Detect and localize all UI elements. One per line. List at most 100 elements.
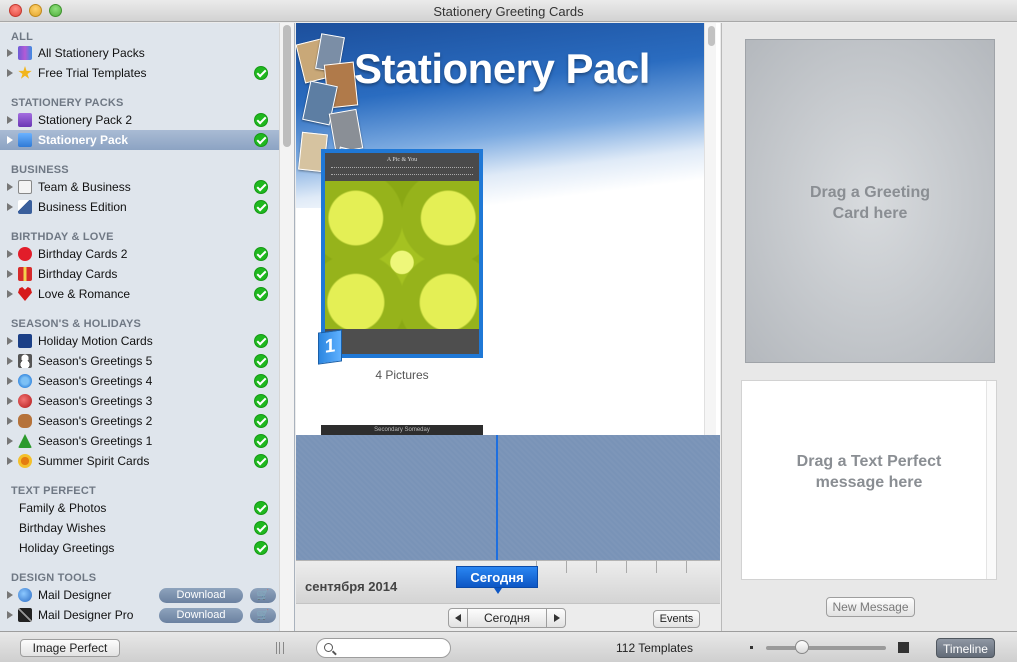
template-browser: Stationery Pacl A Pic & You 1 4 Pictures… [296, 23, 720, 631]
card-photo [325, 181, 479, 329]
disclosure-triangle-icon[interactable] [7, 437, 13, 445]
disclosure-triangle-icon[interactable] [7, 270, 13, 278]
sidebar-item[interactable]: Love & Romance [0, 284, 280, 304]
sidebar-item-label: Season's Greetings 4 [38, 374, 153, 388]
disclosure-triangle-icon[interactable] [7, 337, 13, 345]
disclosure-triangle-icon[interactable] [7, 203, 13, 211]
disclosure-triangle-icon[interactable] [7, 357, 13, 365]
sidebar-item[interactable]: Birthday Cards 2 [0, 244, 280, 264]
books-icon [18, 46, 32, 60]
sidebar-item[interactable]: Season's Greetings 5 [0, 351, 280, 371]
sidebar-item[interactable]: Season's Greetings 4 [0, 371, 280, 391]
disclosure-triangle-icon[interactable] [7, 457, 13, 465]
browser-scroll-thumb[interactable] [708, 26, 715, 46]
sidebar-item[interactable]: Season's Greetings 2 [0, 411, 280, 431]
sidebar-scroll-thumb[interactable] [283, 25, 291, 147]
sidebar-item-label: Team & Business [38, 180, 131, 194]
sidebar-scrollbar[interactable] [279, 23, 294, 631]
sidebar-item[interactable]: Stationery Pack 2 [0, 110, 280, 130]
card-drop-hint-line2: Card here [832, 205, 908, 222]
today-tag[interactable]: Сегодня [456, 566, 538, 588]
today-button[interactable]: Сегодня [467, 608, 547, 628]
sidebar-item-label: Season's Greetings 3 [38, 394, 153, 408]
blue-pack-icon [18, 133, 32, 147]
sidebar-item-label: Holiday Greetings [19, 541, 115, 555]
search-field[interactable] [316, 638, 451, 658]
new-message-button[interactable]: New Message [826, 597, 915, 617]
message-drop-hint-line1: Drag a Text Perfect [796, 453, 942, 470]
timeline-area[interactable] [296, 435, 720, 560]
card2-title: Secondary Someday [374, 427, 430, 433]
section-header: STATIONERY PACKS [11, 97, 124, 109]
disclosure-triangle-icon[interactable] [7, 290, 13, 298]
image-perfect-button[interactable]: Image Perfect [20, 639, 120, 657]
disclosure-triangle-icon[interactable] [7, 611, 13, 619]
installed-check-icon [254, 133, 268, 147]
zoom-slider[interactable] [766, 640, 886, 654]
disclosure-triangle-icon[interactable] [7, 250, 13, 258]
installed-check-icon [254, 334, 268, 348]
sidebar-item[interactable]: Mail Designer Download 🛒 [0, 585, 280, 605]
sidebar-item[interactable]: Summer Spirit Cards [0, 451, 280, 471]
message-scrollbar[interactable] [986, 381, 996, 579]
disclosure-triangle-icon[interactable] [7, 417, 13, 425]
card-drop-hint-line1: Drag a Greeting [809, 184, 931, 201]
text-message-drop-zone[interactable]: Drag a Text Perfect message here [741, 380, 997, 580]
zoom-out-icon[interactable] [750, 646, 753, 649]
sidebar-item[interactable]: Business Edition [0, 197, 280, 217]
template-card-1[interactable]: A Pic & You [321, 149, 483, 358]
next-button[interactable] [546, 608, 566, 628]
cart-icon[interactable]: 🛒 [250, 588, 276, 603]
disclosure-triangle-icon[interactable] [7, 377, 13, 385]
sidebar-item[interactable]: Mail Designer Pro Download 🛒 [0, 605, 280, 625]
sidebar-item[interactable]: Free Trial Templates [0, 63, 280, 83]
disclosure-triangle-icon[interactable] [7, 69, 13, 77]
search-input[interactable] [337, 641, 445, 655]
sidebar-item[interactable]: Family & Photos [0, 498, 280, 518]
card-text-lines [331, 167, 473, 175]
sidebar-item[interactable]: Birthday Cards [0, 264, 280, 284]
greeting-card-drop-zone[interactable]: Drag a Greeting Card here [745, 39, 995, 363]
sidebar-item[interactable]: Season's Greetings 1 [0, 431, 280, 451]
cart-icon[interactable]: 🛒 [250, 608, 276, 623]
sidebar-item[interactable]: Team & Business [0, 177, 280, 197]
sidebar-item[interactable]: All Stationery Packs [0, 43, 280, 63]
document-icon [18, 180, 32, 194]
browser-scrollbar[interactable] [704, 23, 716, 435]
sidebar-item[interactable]: Stationery Pack [0, 130, 280, 150]
snowflake-icon [18, 374, 32, 388]
sidebar-item-label: Season's Greetings 2 [38, 414, 153, 428]
installed-check-icon [254, 374, 268, 388]
download-button[interactable]: Download [159, 608, 243, 623]
timeline-button[interactable]: Timeline [936, 638, 995, 658]
zoom-in-icon[interactable] [898, 642, 909, 653]
sidebar-item[interactable]: Birthday Wishes [0, 518, 280, 538]
timeline-nav: Сегодня Events [296, 603, 720, 631]
zoom-slider-knob[interactable] [794, 640, 809, 654]
template-card-2[interactable]: Secondary Someday [321, 425, 483, 435]
disclosure-triangle-icon[interactable] [7, 397, 13, 405]
disclosure-triangle-icon[interactable] [7, 183, 13, 191]
timeline-ticks [536, 561, 716, 573]
events-button[interactable]: Events [653, 610, 700, 628]
snowman-icon [18, 354, 32, 368]
disclosure-triangle-icon[interactable] [7, 116, 13, 124]
sidebar-item[interactable]: Holiday Motion Cards [0, 331, 280, 351]
disclosure-triangle-icon[interactable] [7, 591, 13, 599]
sidebar-item[interactable]: Holiday Greetings [0, 538, 280, 558]
card-title: A Pic & You [386, 157, 418, 163]
disclosure-triangle-icon[interactable] [7, 49, 13, 57]
pen-icon [18, 608, 32, 622]
timeline-date-row: сентября 2014 Сегодня [296, 560, 720, 603]
installed-check-icon [254, 247, 268, 261]
disclosure-triangle-icon[interactable] [7, 136, 13, 144]
sidebar-item-label: Free Trial Templates [38, 66, 147, 80]
download-button[interactable]: Download [159, 588, 243, 603]
sidebar-list: ALL All Stationery Packs Free Trial Templa… [0, 23, 280, 625]
installed-check-icon [254, 66, 268, 80]
sidebar-item[interactable]: Season's Greetings 3 [0, 391, 280, 411]
section-header: ALL [11, 31, 33, 43]
installed-check-icon [254, 200, 268, 214]
previous-button[interactable] [448, 608, 468, 628]
resize-grip-icon[interactable] [276, 642, 284, 654]
